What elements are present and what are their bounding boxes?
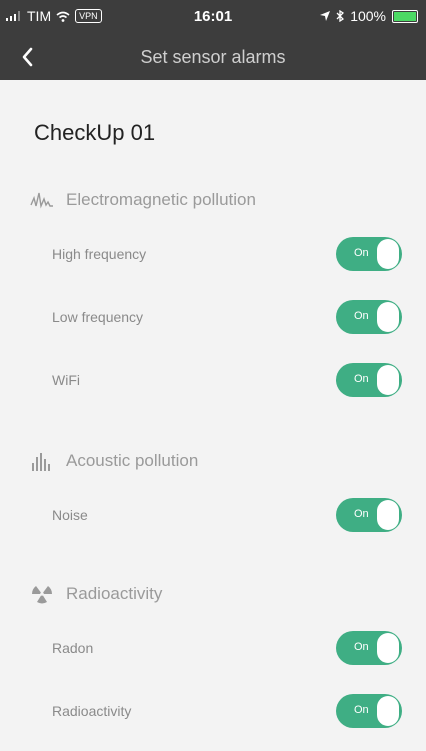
device-name: CheckUp 01 — [34, 120, 156, 145]
toggle-state-label: On — [354, 310, 369, 322]
toggle-knob — [377, 239, 399, 269]
alarm-label-radioactivity: Radioactivity — [52, 703, 132, 719]
location-arrow-icon — [320, 11, 331, 21]
section-acoustic: Acoustic pollution — [30, 447, 198, 475]
page-title: Set sensor alarms — [140, 47, 286, 67]
waveform-icon — [30, 192, 53, 209]
alarm-label-high-frequency: High frequency — [52, 246, 147, 262]
battery-icon — [392, 9, 418, 23]
status-bar: TIM VPN 16:01 100% — [0, 0, 426, 34]
radiation-icon — [32, 586, 52, 604]
toggle-knob — [377, 500, 399, 530]
battery-percent: 100% — [350, 8, 386, 24]
noise-toggle[interactable]: On — [336, 498, 402, 532]
section-title: Radioactivity — [66, 584, 163, 603]
section-electromagnetic: Electromagnetic pollution — [30, 186, 256, 214]
toggle-knob — [377, 302, 399, 332]
toggle-state-label: On — [354, 373, 369, 385]
high-frequency-toggle[interactable]: On — [336, 237, 402, 271]
alarm-label-radon: Radon — [52, 640, 94, 656]
sound-bars-icon — [32, 453, 50, 471]
wifi-toggle[interactable]: On — [336, 363, 402, 397]
status-right: 100% — [320, 8, 418, 24]
low-frequency-toggle[interactable]: On — [336, 300, 402, 334]
toggle-state-label: On — [354, 641, 369, 653]
radon-toggle[interactable]: On — [336, 631, 402, 665]
toggle-knob — [377, 696, 399, 726]
alarm-label-wifi: WiFi — [52, 372, 80, 388]
alarm-label-low-frequency: Low frequency — [52, 309, 144, 325]
navigation-bar: Set sensor alarms — [0, 34, 426, 80]
toggle-knob — [377, 365, 399, 395]
toggle-state-label: On — [354, 247, 369, 259]
radioactivity-toggle[interactable]: On — [336, 694, 402, 728]
bluetooth-icon — [336, 10, 345, 22]
toggle-state-label: On — [354, 704, 369, 716]
alarm-label-noise: Noise — [52, 507, 88, 523]
section-title: Electromagnetic pollution — [66, 190, 256, 209]
toggle-state-label: On — [354, 508, 369, 520]
toggle-knob — [377, 633, 399, 663]
section-title: Acoustic pollution — [66, 451, 199, 470]
section-radioactivity: Radioactivity — [30, 580, 162, 608]
